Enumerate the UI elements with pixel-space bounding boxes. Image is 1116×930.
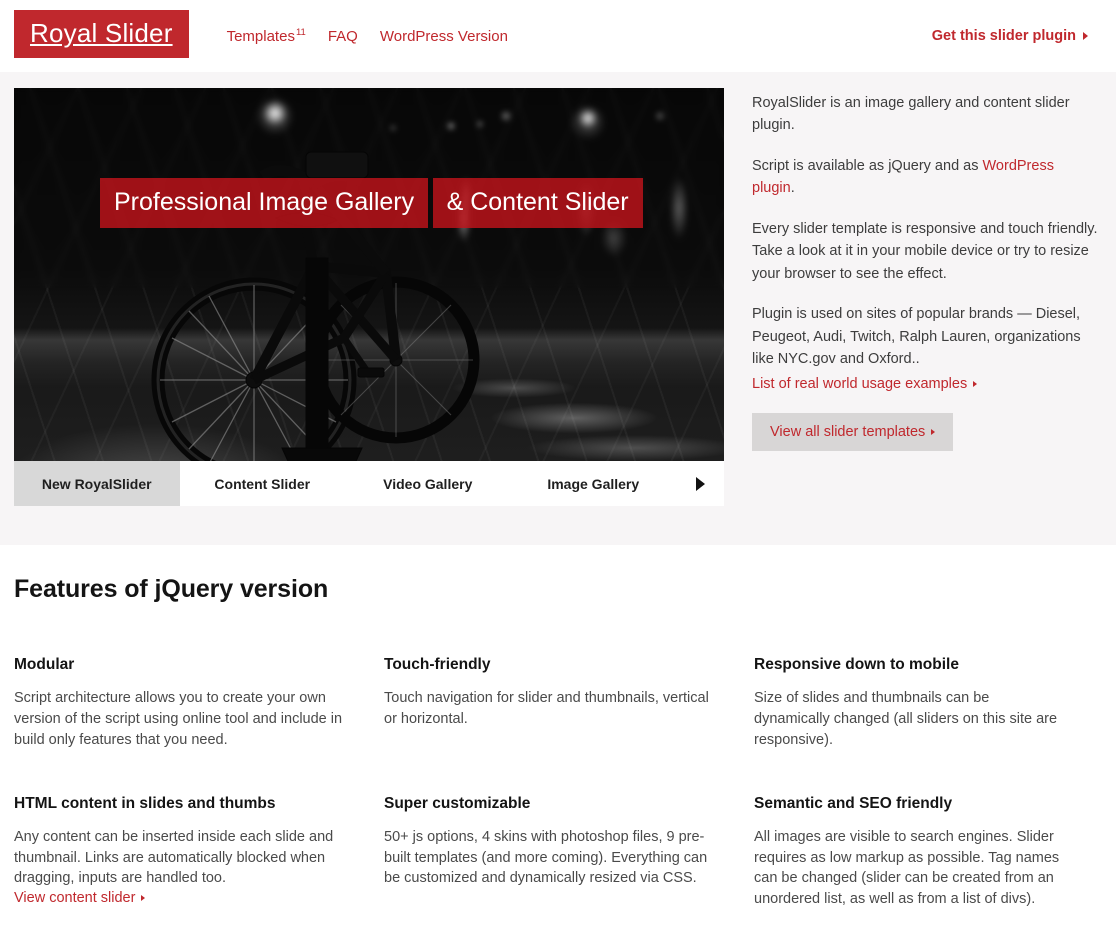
chevron-right-icon xyxy=(931,428,936,435)
feature-title: Responsive down to mobile xyxy=(754,656,959,673)
site-logo[interactable]: Royal Slider xyxy=(14,10,189,58)
slide-caption-line-2: & Content Slider xyxy=(432,178,643,228)
nav-item-templates[interactable]: Templates11 xyxy=(227,27,306,45)
features-heading: Features of jQuery version xyxy=(14,575,329,603)
nav-item-faq[interactable]: FAQ xyxy=(328,28,358,45)
feature-body: Script architecture allows you to create… xyxy=(14,690,343,748)
feature-title: Super customizable xyxy=(384,794,531,812)
feature-body: Any content can be inserted inside each … xyxy=(14,828,334,887)
slide-caption-line-1: Professional Image Gallery xyxy=(100,178,429,228)
features-grid: Modular Script architecture allows you t… xyxy=(14,656,1102,910)
feature-card-seo: Semantic and SEO friendly All images are… xyxy=(754,795,1102,911)
info-paragraph-brands: Plugin is used on sites of popular brand… xyxy=(752,306,1081,368)
feature-body: Size of slides and thumbnails can be dyn… xyxy=(754,690,1058,748)
view-content-slider-label: View content slider xyxy=(14,890,136,907)
tab-content-slider[interactable]: Content Slider xyxy=(179,461,345,506)
view-all-templates-label: View all slider templates xyxy=(770,423,926,440)
view-content-slider-link[interactable]: View content slider xyxy=(14,890,146,907)
usage-examples-link[interactable]: List of real world usage examples xyxy=(752,375,978,392)
feature-body: All images are visible to search engines… xyxy=(754,828,1060,908)
feature-body: Touch navigation for slider and thumbnai… xyxy=(384,690,709,727)
feature-card-customizable: Super customizable 50+ js options, 4 ski… xyxy=(384,795,754,911)
info-paragraph-responsive: Every slider template is responsive and … xyxy=(752,220,1098,282)
hero-section: Professional Image Gallery & Content Sli… xyxy=(0,72,1116,545)
tab-video-gallery[interactable]: Video Gallery xyxy=(345,461,511,506)
feature-title: HTML content in slides and thumbs xyxy=(14,794,276,812)
royal-slider[interactable]: Professional Image Gallery & Content Sli… xyxy=(14,88,724,488)
nav-item-wordpress-version[interactable]: WordPress Version xyxy=(380,28,508,45)
feature-title: Modular xyxy=(14,656,75,673)
bicycle-silhouette-icon xyxy=(151,151,480,488)
feature-card-modular: Modular Script architecture allows you t… xyxy=(14,656,384,751)
hero-info-column: RoyalSlider is an image gallery and cont… xyxy=(752,88,1098,545)
tabs-next-arrow-button[interactable] xyxy=(676,461,724,506)
main-navigation: Templates11 FAQ WordPress Version xyxy=(227,27,508,45)
features-section: Features of jQuery version Modular Scrip… xyxy=(0,545,1116,911)
tab-image-gallery[interactable]: Image Gallery xyxy=(510,461,676,506)
availability-text-after: . xyxy=(790,180,795,197)
feature-title: Semantic and SEO friendly xyxy=(754,794,953,812)
availability-text-before: Script is available as jQuery and as xyxy=(752,157,983,174)
arrow-right-icon xyxy=(695,476,705,491)
nav-label-templates: Templates xyxy=(226,28,295,45)
get-plugin-button[interactable]: Get this slider plugin xyxy=(932,28,1088,44)
info-paragraph-intro: RoyalSlider is an image gallery and cont… xyxy=(752,95,1070,134)
usage-examples-label: List of real world usage examples xyxy=(752,375,968,392)
info-paragraph-availability: Script is available as jQuery and as Wor… xyxy=(752,155,1098,200)
nav-badge-templates-count: 11 xyxy=(295,27,306,38)
feature-card-html-content: HTML content in slides and thumbs Any co… xyxy=(14,795,384,911)
chevron-right-icon xyxy=(1083,32,1088,40)
tab-new-royalslider[interactable]: New RoyalSlider xyxy=(14,461,180,506)
slider-tab-bar: New RoyalSlider Content Slider Video Gal… xyxy=(14,461,724,506)
slider-column: Professional Image Gallery & Content Sli… xyxy=(14,88,724,545)
site-header: Royal Slider Templates11 FAQ WordPress V… xyxy=(0,0,1116,72)
feature-title: Touch-friendly xyxy=(384,656,491,673)
get-plugin-label: Get this slider plugin xyxy=(931,28,1076,44)
feature-card-touch-friendly: Touch-friendly Touch navigation for slid… xyxy=(384,656,754,751)
chevron-right-icon xyxy=(141,895,146,902)
slide-caption-group: Professional Image Gallery & Content Sli… xyxy=(100,170,643,228)
feature-card-responsive: Responsive down to mobile Size of slides… xyxy=(754,656,1102,751)
feature-body: 50+ js options, 4 skins with photoshop f… xyxy=(384,828,708,887)
view-all-templates-button[interactable]: View all slider templates xyxy=(752,412,954,451)
chevron-right-icon xyxy=(973,380,978,387)
